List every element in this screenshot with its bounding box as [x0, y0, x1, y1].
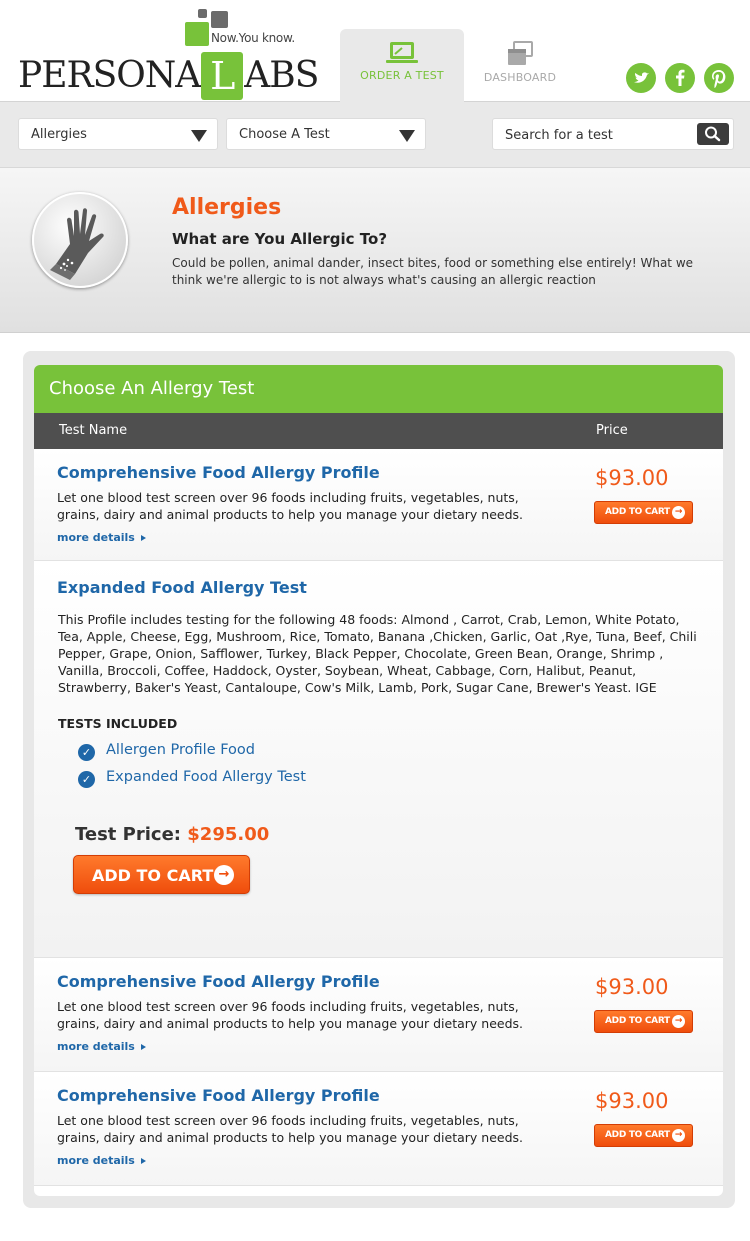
- logo-square-medium: [211, 11, 228, 28]
- expanded-test-row: Expanded Food Allergy Test This Profile …: [34, 561, 723, 958]
- caret-right-icon: [140, 1044, 146, 1050]
- test-description: Let one blood test screen over 96 foods …: [57, 490, 524, 522]
- table-header: Test Name Price: [34, 413, 723, 449]
- logo-tagline: Now.You know.: [211, 31, 295, 45]
- test-panel-inner: Choose An Allergy Test Test Name Price C…: [34, 365, 723, 1196]
- filter-bar: Allergies Choose A Test: [0, 102, 750, 168]
- tab-order-a-test[interactable]: ORDER A TEST: [340, 29, 464, 102]
- arrow-right-icon: →: [672, 506, 685, 519]
- panel-title: Choose An Allergy Test: [34, 365, 723, 413]
- checkmark-icon: ✓: [78, 771, 95, 788]
- add-to-cart-label: ADD TO CART: [605, 1016, 670, 1026]
- more-details-label: more details: [57, 1154, 135, 1167]
- included-test-item[interactable]: ✓ Expanded Food Allergy Test: [78, 769, 306, 788]
- arrow-right-icon: →: [672, 1129, 685, 1142]
- search-input[interactable]: [505, 125, 685, 145]
- tests-included-heading: TESTS INCLUDED: [58, 716, 178, 731]
- logo-word-part2: ABS: [244, 55, 319, 96]
- category-title: Allergies: [172, 195, 282, 220]
- more-details-label: more details: [57, 1040, 135, 1053]
- arrow-right-icon: →: [214, 865, 234, 885]
- test-price: $93.00: [595, 975, 669, 999]
- category-subtitle: What are You Allergic To?: [172, 230, 388, 248]
- add-to-cart-button[interactable]: ADD TO CART →: [594, 1124, 693, 1147]
- checkmark-icon: ✓: [78, 744, 95, 761]
- add-to-cart-label: ADD TO CART: [605, 507, 670, 517]
- more-details-link[interactable]: more details: [57, 1040, 146, 1053]
- test-panel: Choose An Allergy Test Test Name Price C…: [23, 351, 735, 1208]
- chevron-down-icon: [399, 130, 415, 142]
- arrow-right-icon: →: [672, 1015, 685, 1028]
- add-to-cart-button[interactable]: ADD TO CART →: [594, 501, 693, 524]
- expanded-test-title[interactable]: Expanded Food Allergy Test: [57, 578, 307, 597]
- search-box: [492, 118, 734, 150]
- included-test-item[interactable]: ✓ Allergen Profile Food: [78, 742, 255, 761]
- test-description: Let one blood test screen over 96 foods …: [57, 999, 524, 1031]
- logo-word-part1: PERSONA: [18, 55, 201, 96]
- personalabs-logo[interactable]: Now.You know. PERSONA L ABS: [18, 6, 319, 100]
- search-button[interactable]: [697, 123, 729, 145]
- add-to-cart-label: ADD TO CART: [605, 1130, 670, 1140]
- test-price-label: Test Price:: [75, 824, 181, 845]
- category-hero: Allergies What are You Allergic To? Coul…: [0, 168, 750, 333]
- test-price-summary: Test Price: $295.00: [75, 824, 269, 845]
- site-header: Now.You know. PERSONA L ABS ORDER A TEST D…: [0, 0, 750, 102]
- category-select[interactable]: Allergies: [18, 118, 218, 150]
- test-row: Comprehensive Food Allergy Profile Let o…: [34, 1072, 723, 1186]
- category-description: Could be pollen, animal dander, insect b…: [172, 256, 694, 287]
- pinterest-icon[interactable]: [704, 63, 734, 93]
- test-select[interactable]: Choose A Test: [226, 118, 426, 150]
- column-price: Price: [596, 423, 628, 438]
- test-row: Comprehensive Food Allergy Profile Let o…: [34, 449, 723, 561]
- more-details-link[interactable]: more details: [57, 1154, 146, 1167]
- test-price-amount: $295.00: [187, 824, 270, 845]
- category-badge: [32, 192, 128, 288]
- chevron-down-icon: [191, 130, 207, 142]
- test-title-link[interactable]: Comprehensive Food Allergy Profile: [57, 1086, 380, 1105]
- laptop-icon: [386, 42, 418, 63]
- column-test-name: Test Name: [59, 423, 128, 438]
- tab-dashboard[interactable]: DASHBOARD: [458, 29, 582, 102]
- included-test-label: Allergen Profile Food: [106, 742, 255, 758]
- more-details-link[interactable]: more details: [57, 531, 146, 544]
- windows-stack-icon: [508, 41, 533, 65]
- add-to-cart-large-button[interactable]: ADD TO CART →: [73, 855, 250, 894]
- allergy-hand-icon: [50, 208, 104, 280]
- tab-dashboard-label: DASHBOARD: [483, 71, 557, 84]
- test-title-link[interactable]: Comprehensive Food Allergy Profile: [57, 972, 380, 991]
- test-title-link[interactable]: Comprehensive Food Allergy Profile: [57, 463, 380, 482]
- logo-word-letter: L: [201, 52, 244, 100]
- test-row: Comprehensive Food Allergy Profile Let o…: [34, 958, 723, 1072]
- add-to-cart-large-label: ADD TO CART: [92, 866, 214, 885]
- search-icon: [705, 126, 721, 142]
- test-price: $93.00: [595, 1089, 669, 1113]
- logo-square-small: [198, 9, 207, 18]
- twitter-icon[interactable]: [626, 63, 656, 93]
- logo-wordmark: PERSONA L ABS: [18, 50, 319, 100]
- test-price: $93.00: [595, 466, 669, 490]
- caret-right-icon: [140, 1158, 146, 1164]
- included-test-label: Expanded Food Allergy Test: [106, 769, 306, 785]
- tab-order-a-test-label: ORDER A TEST: [360, 69, 444, 82]
- add-to-cart-button[interactable]: ADD TO CART →: [594, 1010, 693, 1033]
- test-description: Let one blood test screen over 96 foods …: [57, 1113, 524, 1145]
- caret-right-icon: [140, 535, 146, 541]
- category-select-value: Allergies: [31, 127, 87, 142]
- facebook-icon[interactable]: [665, 63, 695, 93]
- more-details-label: more details: [57, 531, 135, 544]
- expanded-test-description: This Profile includes testing for the fo…: [58, 612, 697, 695]
- test-select-value: Choose A Test: [239, 127, 330, 142]
- logo-square-green: [185, 22, 209, 46]
